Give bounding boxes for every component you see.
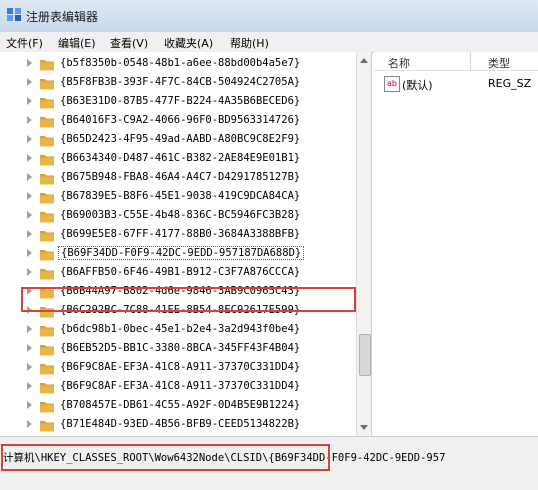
folder-icon <box>40 117 54 128</box>
selected-key-highlight-box <box>21 287 356 312</box>
expand-arrow-icon[interactable] <box>27 363 32 371</box>
folder-icon <box>40 193 54 204</box>
tree-item[interactable]: {b5f8350b-0548-48b1-a6ee-88bd00b4a5e7} <box>0 55 356 74</box>
folder-icon <box>40 326 54 337</box>
tree-item-label: {B699E5E8-67FF-4177-88B0-3684A3388BFB} <box>60 228 301 240</box>
column-separator[interactable] <box>470 52 471 70</box>
title-bar: 注册表编辑器 <box>0 0 538 33</box>
tree-item-label: {B6AFFB50-6F46-49B1-B912-C3F7A876CCCA} <box>60 266 301 278</box>
scroll-thumb[interactable] <box>359 334 371 376</box>
tree-item[interactable]: {B69003B3-C55E-4b48-836C-BC5946FC3B28} <box>0 207 356 226</box>
expand-arrow-icon[interactable] <box>27 401 32 409</box>
expand-arrow-icon[interactable] <box>27 382 32 390</box>
menu-view[interactable]: 查看(V) <box>110 35 148 51</box>
header-divider <box>374 70 538 71</box>
menu-file[interactable]: 文件(F) <box>6 35 43 51</box>
folder-icon <box>40 402 54 413</box>
tree-vertical-scrollbar[interactable] <box>356 52 371 436</box>
expand-arrow-icon[interactable] <box>27 325 32 333</box>
expand-arrow-icon[interactable] <box>27 135 32 143</box>
menu-edit[interactable]: 编辑(E) <box>58 35 96 51</box>
registry-tree[interactable]: {b5f8350b-0548-48b1-a6ee-88bd00b4a5e7} {B… <box>0 52 372 436</box>
tree-item[interactable]: {B67839E5-B8F6-45E1-9038-419C9DCA84CA} <box>0 188 356 207</box>
tree-item-label: {B675B948-FBA8-46A4-A4C7-D4291785127B} <box>60 171 301 183</box>
tree-item-label: {B63E31D0-87B5-477F-B224-4A35B6BECED6} <box>60 95 301 107</box>
tree-item[interactable]: {B675B948-FBA8-46A4-A4C7-D4291785127B} <box>0 169 356 188</box>
expand-arrow-icon[interactable] <box>27 211 32 219</box>
string-value-icon: ab <box>384 76 400 92</box>
expand-arrow-icon[interactable] <box>27 420 32 428</box>
scroll-down-icon[interactable] <box>360 425 368 430</box>
tree-item-label: {B69003B3-C55E-4b48-836C-BC5946FC3B28} <box>60 209 301 221</box>
tree-item-label: {B65D2423-4F95-49ad-AABD-A80BC9C8E2F9} <box>60 133 301 145</box>
tree-item-label: {B67839E5-B8F6-45E1-9038-419C9DCA84CA} <box>60 190 301 202</box>
tree-item[interactable]: {B64016F3-C9A2-4066-96F0-BD9563314726} <box>0 112 356 131</box>
menu-favorites[interactable]: 收藏夹(A) <box>164 35 213 51</box>
tree-item[interactable]: {B6634340-D487-461C-B382-2AE84E9E01B1} <box>0 150 356 169</box>
menu-bar: 文件(F) 编辑(E) 查看(V) 收藏夹(A) 帮助(H) <box>0 32 538 53</box>
tree-item[interactable]: {b6dc98b1-0bec-45e1-b2e4-3a2d943f0be4} <box>0 321 356 340</box>
folder-icon <box>40 60 54 71</box>
tree-item[interactable]: {B69F34DD-F0F9-42DC-9EDD-957187DA688D} <box>0 245 356 264</box>
expand-arrow-icon[interactable] <box>27 192 32 200</box>
folder-icon <box>40 250 54 261</box>
tree-item[interactable]: {B6EB52D5-BB1C-3380-8BCA-345FF43F4B04} <box>0 340 356 359</box>
tree-item[interactable]: {B708457E-DB61-4C55-A92F-0D4B5E9B1224} <box>0 397 356 416</box>
column-header-type[interactable]: 类型 <box>488 55 510 71</box>
tree-item-label: {B5F8FB3B-393F-4F7C-84CB-504924C2705A} <box>60 76 301 88</box>
tree-item[interactable]: {B65D2423-4F95-49ad-AABD-A80BC9C8E2F9} <box>0 131 356 150</box>
tree-item-label: {b6dc98b1-0bec-45e1-b2e4-3a2d943f0be4} <box>60 323 301 335</box>
expand-arrow-icon[interactable] <box>27 344 32 352</box>
tree-item[interactable]: {B6AFFB50-6F46-49B1-B912-C3F7A876CCCA} <box>0 264 356 283</box>
tree-item[interactable]: {B6F9C8AE-EF3A-41C8-A911-37370C331DD4} <box>0 359 356 378</box>
folder-icon <box>40 155 54 166</box>
expand-arrow-icon[interactable] <box>27 59 32 67</box>
value-type: REG_SZ <box>488 77 532 90</box>
folder-icon <box>40 364 54 375</box>
tree-item-label: {B71E484D-93ED-4B56-BFB9-CEED5134822B} <box>60 418 301 430</box>
expand-arrow-icon[interactable] <box>27 78 32 86</box>
column-header-name[interactable]: 名称 <box>388 55 410 71</box>
expand-arrow-icon[interactable] <box>27 249 32 257</box>
tree-item[interactable]: {B6F9C8AF-EF3A-41C8-A911-37370C331DD4} <box>0 378 356 397</box>
tree-item-label: {B6EB52D5-BB1C-3380-8BCA-345FF43F4B04} <box>60 342 301 354</box>
tree-item-label: {B64016F3-C9A2-4066-96F0-BD9563314726} <box>60 114 301 126</box>
folder-icon <box>40 269 54 280</box>
window-title: 注册表编辑器 <box>26 10 99 24</box>
expand-arrow-icon[interactable] <box>27 173 32 181</box>
tree-item-label: {B708457E-DB61-4C55-A92F-0D4B5E9B1224} <box>60 399 301 411</box>
expand-arrow-icon[interactable] <box>27 116 32 124</box>
folder-icon <box>40 421 54 432</box>
folder-icon <box>40 79 54 90</box>
folder-icon <box>40 212 54 223</box>
status-bar: 计算机\HKEY_CLASSES_ROOT\Wow6432Node\CLSID\… <box>0 436 538 490</box>
status-path-highlight-box <box>1 444 330 471</box>
scroll-up-icon[interactable] <box>360 58 368 63</box>
folder-icon <box>40 98 54 109</box>
expand-arrow-icon[interactable] <box>27 268 32 276</box>
tree-item-label: {b5f8350b-0548-48b1-a6ee-88bd00b4a5e7} <box>60 57 301 69</box>
tree-item[interactable]: {B699E5E8-67FF-4177-88B0-3684A3388BFB} <box>0 226 356 245</box>
menu-help[interactable]: 帮助(H) <box>230 35 269 51</box>
tree-item-label: {B69F34DD-F0F9-42DC-9EDD-957187DA688D} <box>58 246 305 260</box>
value-name[interactable]: (默认) <box>402 77 433 93</box>
folder-icon <box>40 345 54 356</box>
folder-icon <box>40 136 54 147</box>
expand-arrow-icon[interactable] <box>27 97 32 105</box>
tree-item[interactable]: {B71E484D-93ED-4B56-BFB9-CEED5134822B} <box>0 416 356 435</box>
tree-item-label: {B6634340-D487-461C-B382-2AE84E9E01B1} <box>60 152 301 164</box>
registry-editor-icon <box>7 8 21 21</box>
values-list[interactable]: 名称 类型 ab (默认) REG_SZ <box>374 52 538 436</box>
folder-icon <box>40 383 54 394</box>
tree-item[interactable]: {B5F8FB3B-393F-4F7C-84CB-504924C2705A} <box>0 74 356 93</box>
tree-item[interactable]: {B63E31D0-87B5-477F-B224-4A35B6BECED6} <box>0 93 356 112</box>
folder-icon <box>40 231 54 242</box>
folder-icon <box>40 174 54 185</box>
tree-item-label: {B6F9C8AE-EF3A-41C8-A911-37370C331DD4} <box>60 361 301 373</box>
expand-arrow-icon[interactable] <box>27 154 32 162</box>
tree-item-label: {B6F9C8AF-EF3A-41C8-A911-37370C331DD4} <box>60 380 301 392</box>
expand-arrow-icon[interactable] <box>27 230 32 238</box>
